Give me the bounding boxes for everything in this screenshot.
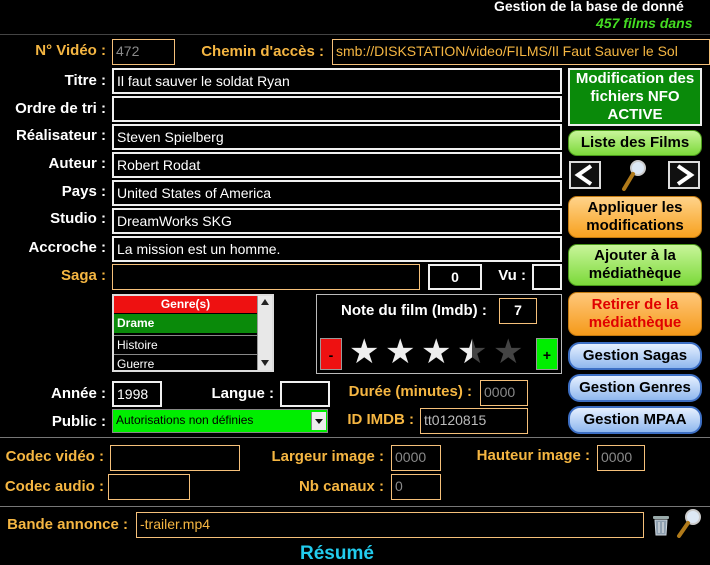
chemin-label: Chemin d'accès : (201, 43, 324, 60)
codec-audio-field[interactable] (108, 474, 190, 500)
annee-label: Année : (50, 385, 106, 402)
saga-count: 0 (428, 264, 482, 290)
bande-annonce-label: Bande annonce : (7, 516, 128, 533)
pays-label: Pays : (61, 183, 106, 200)
genre-header: Genre(s) (114, 296, 257, 313)
trash-icon[interactable] (652, 514, 670, 536)
ordre-label: Ordre de tri : (15, 100, 106, 117)
vu-field[interactable] (532, 264, 562, 290)
auteur-label: Auteur : (48, 155, 107, 172)
largeur-label: Largeur image : (271, 448, 384, 465)
chevron-down-glyph (315, 419, 323, 424)
codec-audio-label: Codec audio : (4, 478, 104, 495)
codec-video-label: Codec vidéo : (5, 448, 104, 465)
accroche-label: Accroche : (28, 239, 106, 256)
star-icon-2: ★ (385, 333, 416, 371)
appliquer-button[interactable]: Appliquer les modifications (568, 196, 702, 238)
search-icon[interactable] (620, 158, 648, 192)
saga-label: Saga : (60, 267, 106, 284)
studio-label: Studio : (50, 210, 106, 227)
prev-button[interactable] (569, 161, 601, 189)
rating-minus-button[interactable]: - (320, 338, 342, 370)
canaux-field[interactable]: 0 (391, 474, 441, 500)
gestion-sagas-button[interactable]: Gestion Sagas (568, 342, 702, 370)
id-imdb-label: ID IMDB : (347, 411, 414, 428)
genre-item-guerre[interactable]: Guerre (114, 354, 257, 370)
codec-video-field[interactable] (110, 445, 240, 471)
film-count: 457 films dans (596, 15, 693, 31)
genre-listbox[interactable]: Genre(s) Drame Histoire Guerre (112, 294, 274, 372)
star-icon-5: ★ (493, 333, 524, 371)
titre-field[interactable]: Il faut sauver le soldat Ryan (112, 68, 562, 94)
public-select[interactable]: Autorisations non définies (112, 409, 328, 433)
public-select-value: Autorisations non définies (116, 413, 254, 427)
rating-plus-button[interactable]: + (536, 338, 558, 370)
liste-films-button[interactable]: Liste des Films (568, 130, 702, 156)
app-title: Gestion de la base de donné (494, 0, 684, 14)
vu-label: Vu : (498, 267, 526, 284)
genre-scrollbar[interactable] (257, 296, 272, 370)
separator-2 (0, 506, 710, 507)
rating-panel: Note du film (Imdb) : 7 - ★ ★ ★ ★ ★ ★ + (316, 294, 562, 374)
star-icon-4-half-fill: ★ (457, 335, 472, 369)
hauteur-field[interactable]: 0000 (597, 445, 645, 471)
next-button[interactable] (668, 161, 700, 189)
scroll-up-icon[interactable] (261, 299, 269, 305)
chemin-field[interactable]: smb://DISKSTATION/video/FILMS/Il Faut Sa… (332, 39, 710, 65)
duree-field[interactable]: 0000 (480, 380, 528, 406)
auteur-field[interactable]: Robert Rodat (112, 152, 562, 178)
bande-annonce-field[interactable]: -trailer.mp4 (136, 512, 644, 538)
ajouter-button[interactable]: Ajouter à la médiathèque (568, 244, 702, 286)
star-icon-1: ★ (349, 333, 380, 371)
resume-heading: Résumé (300, 543, 374, 564)
genre-item-drame[interactable]: Drame (114, 314, 257, 333)
realisateur-field[interactable]: Steven Spielberg (112, 124, 562, 150)
saga-field[interactable] (112, 264, 420, 290)
header-bar: Gestion de la base de donné 457 films da… (0, 0, 710, 35)
largeur-field[interactable]: 0000 (391, 445, 441, 471)
titre-label: Titre : (64, 72, 106, 89)
langue-label: Langue : (211, 385, 275, 402)
scroll-down-icon[interactable] (261, 360, 269, 366)
note-label: Note du film (Imdb) : (341, 302, 487, 319)
gestion-mpaa-button[interactable]: Gestion MPAA (568, 406, 702, 434)
separator-1 (0, 437, 710, 438)
genre-item-histoire[interactable]: Histoire (114, 335, 257, 353)
canaux-label: Nb canaux : (298, 478, 384, 495)
search-icon-trailer[interactable] (676, 508, 702, 538)
no-video-field[interactable]: 472 (112, 39, 175, 65)
chevron-down-icon[interactable] (311, 412, 326, 430)
no-video-label: N° Vidéo : (35, 42, 106, 59)
chevron-right-icon (676, 164, 695, 186)
annee-field[interactable]: 1998 (112, 381, 162, 407)
star-icon-3: ★ (421, 333, 452, 371)
id-imdb-field[interactable]: tt0120815 (420, 408, 528, 434)
duree-label: Durée (minutes) : (348, 383, 472, 400)
pays-field[interactable]: United States of America (112, 180, 562, 206)
langue-field[interactable] (280, 381, 330, 407)
accroche-field[interactable]: La mission est un homme. (112, 236, 562, 262)
hauteur-label: Hauteur image : (476, 447, 590, 464)
studio-field[interactable]: DreamWorks SKG (112, 208, 562, 234)
chevron-left-icon (574, 164, 593, 186)
ordre-field[interactable] (112, 96, 562, 122)
retirer-button[interactable]: Retirer de la médiathèque (568, 292, 702, 336)
note-field[interactable]: 7 (499, 298, 537, 324)
nfo-mode-indicator[interactable]: Modification des fichiers NFO ACTIVE (568, 68, 702, 126)
public-label: Public : (51, 413, 106, 430)
realisateur-label: Réalisateur : (15, 127, 106, 144)
gestion-genres-button[interactable]: Gestion Genres (568, 374, 702, 402)
